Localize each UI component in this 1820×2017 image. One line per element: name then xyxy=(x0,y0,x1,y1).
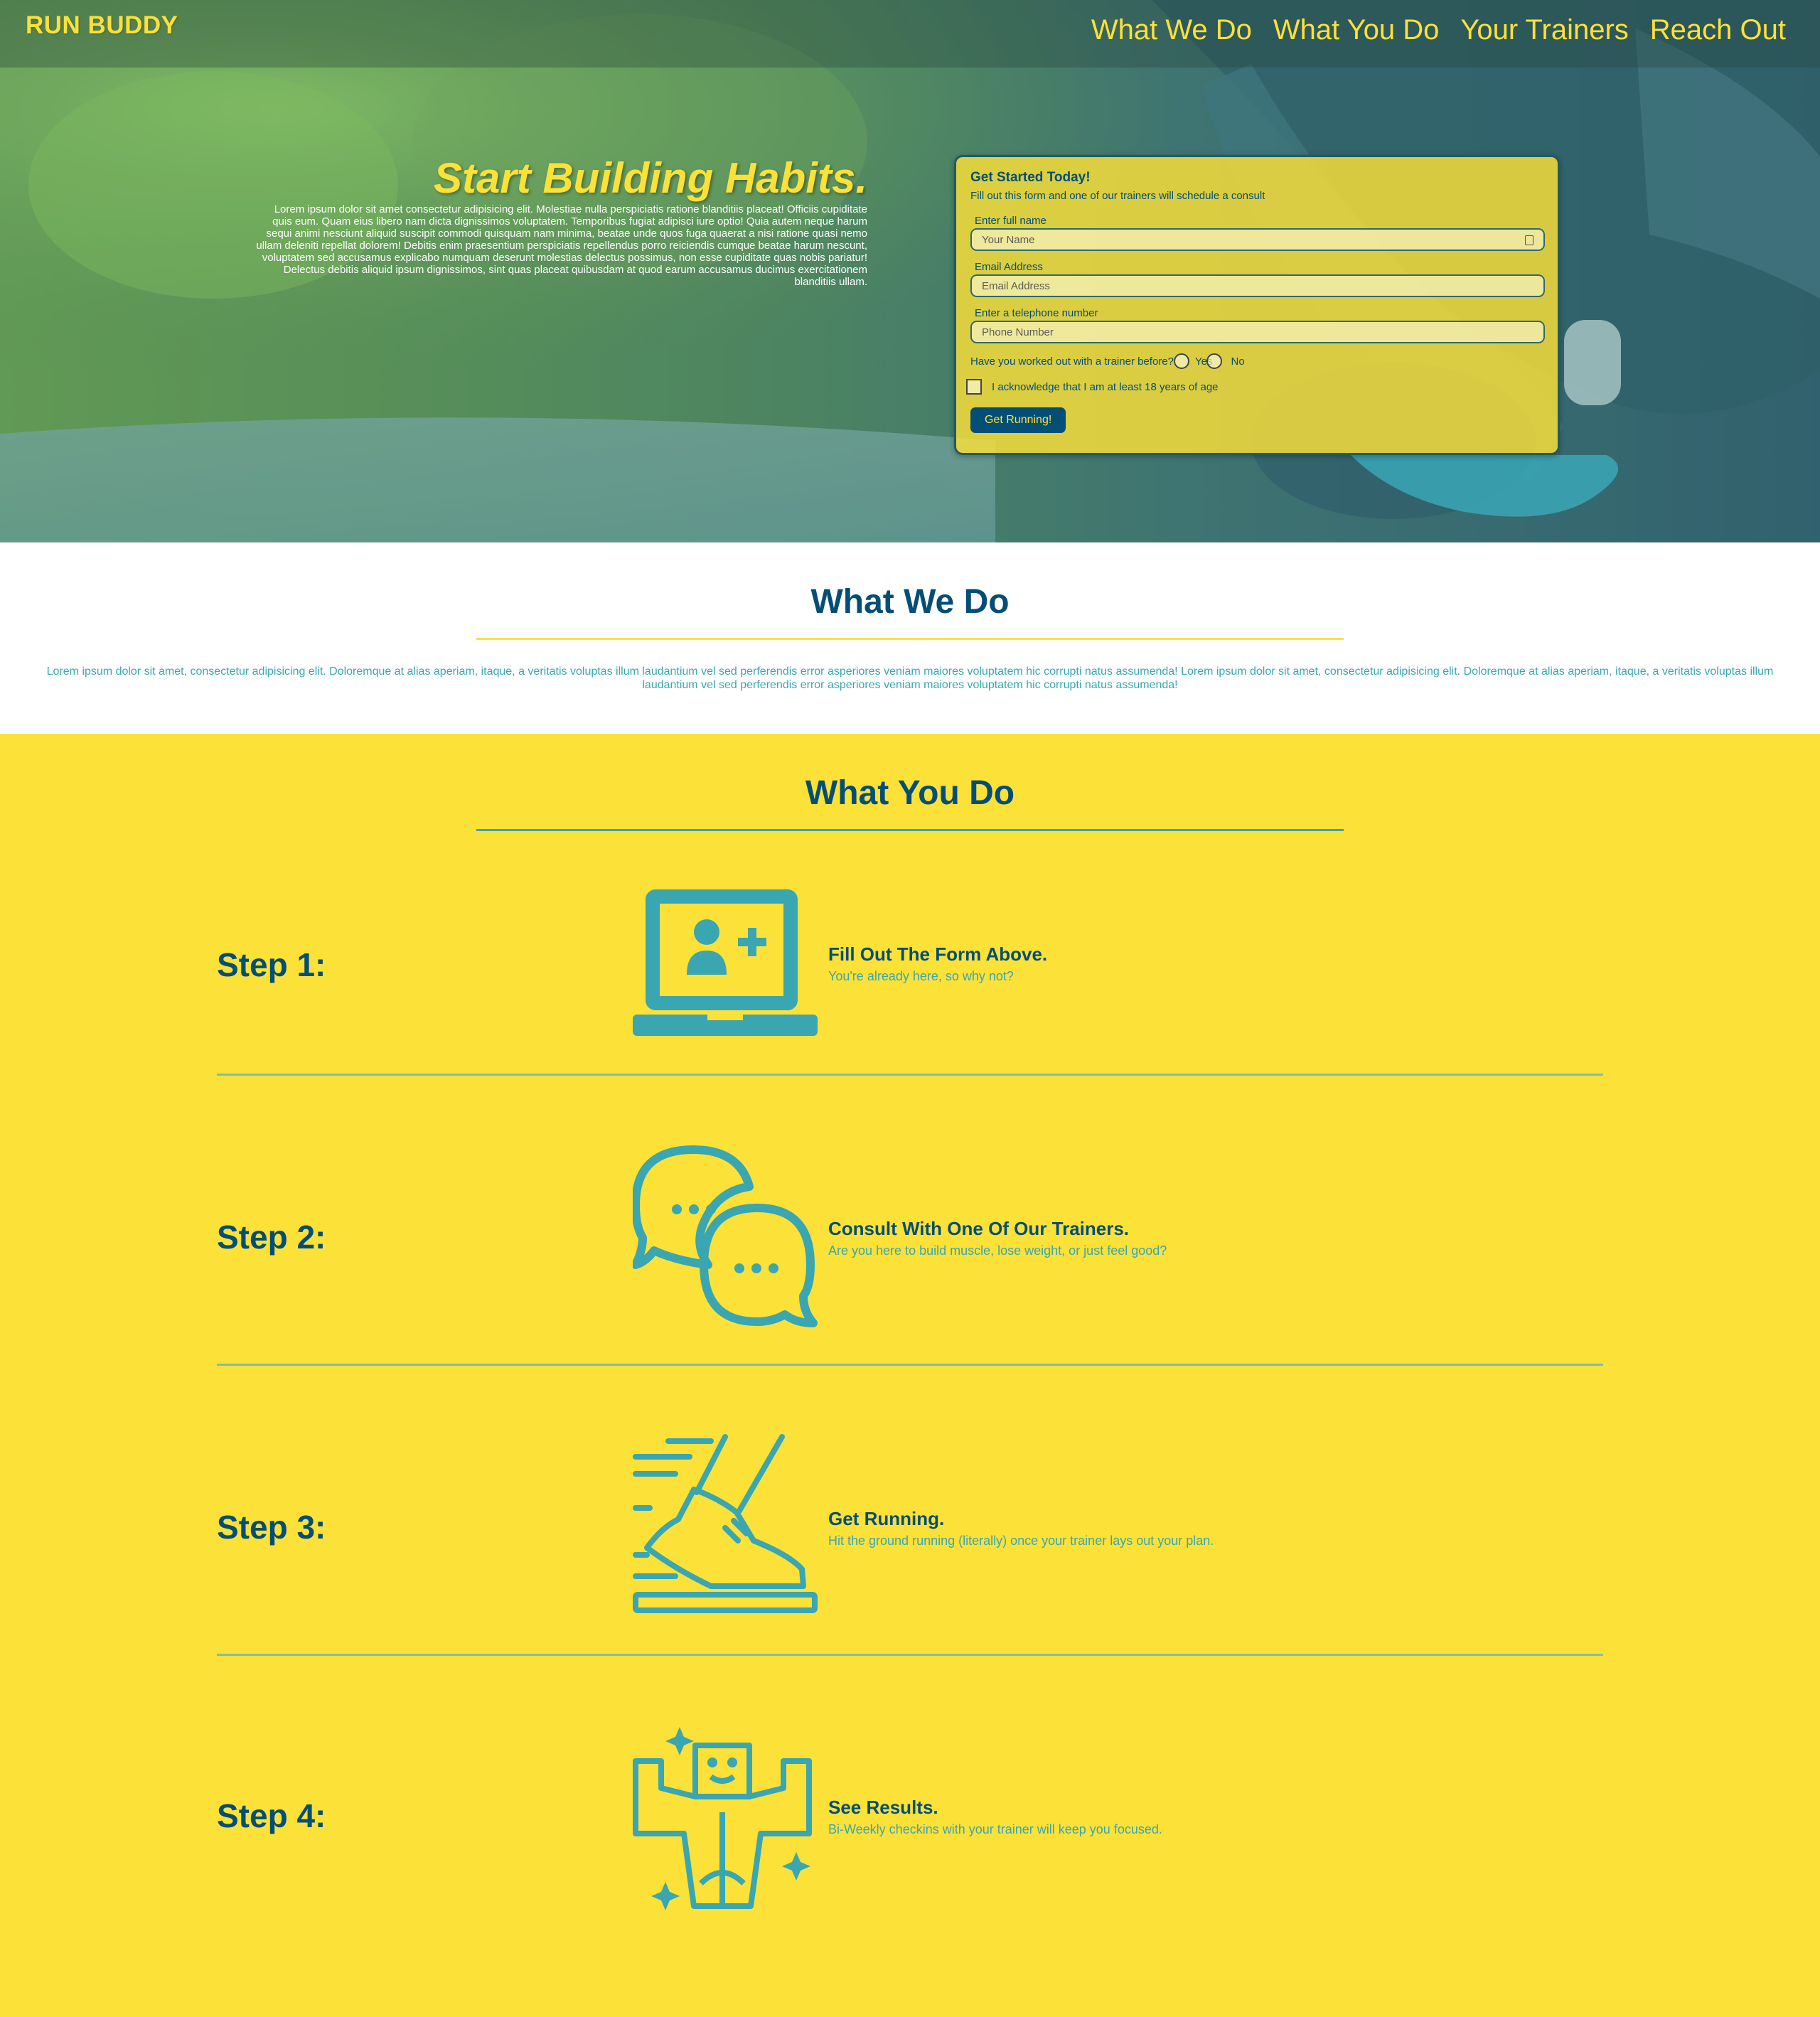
step-label: Step 4: xyxy=(217,1797,326,1834)
age-ack-label: I acknowledge that I am at least 18 year… xyxy=(992,380,1219,393)
chat-bubbles-icon xyxy=(633,1145,818,1327)
step-divider xyxy=(217,1074,1603,1076)
running-shoe-icon xyxy=(633,1434,818,1613)
step-heading: Get Running. xyxy=(828,1508,945,1529)
trainer-question: Have you worked out with a trainer befor… xyxy=(970,355,1174,368)
step-divider xyxy=(217,1364,1603,1366)
brand-logo[interactable]: RUN BUDDY xyxy=(26,11,178,40)
hero-title: Start Building Habits. xyxy=(433,154,867,202)
step-subtext: Bi-Weekly checkins with your trainer wil… xyxy=(828,1822,1162,1836)
what-we-do-divider xyxy=(476,638,1344,640)
step-label: Step 3: xyxy=(217,1509,326,1546)
name-label: Enter full name xyxy=(975,215,1046,227)
step-label: Step 1: xyxy=(217,946,326,983)
form-title: Get Started Today! xyxy=(970,170,1091,185)
age-ack-row: I acknowledge that I am at least 18 year… xyxy=(966,379,1543,395)
nav-link-reach-out[interactable]: Reach Out xyxy=(1650,14,1786,46)
what-we-do-section: What We Do Lorem ipsum dolor sit amet, c… xyxy=(0,542,1820,734)
step-subtext: Are you here to build muscle, lose weigh… xyxy=(828,1243,1167,1258)
step-divider xyxy=(217,1654,1603,1656)
step-subtext: Hit the ground running (literally) once … xyxy=(828,1534,1214,1548)
hero-intro: Start Building Habits. Lorem ipsum dolor… xyxy=(256,154,867,289)
form-subtitle: Fill out this form and one of our traine… xyxy=(970,190,1265,202)
step-subtext: You're already here, so why not? xyxy=(828,969,1014,983)
radio-no[interactable] xyxy=(1206,353,1223,369)
what-you-do-divider xyxy=(476,829,1344,831)
laptop-add-user-icon xyxy=(633,889,818,1036)
hero-section: RUN BUDDY What We Do What You Do Your Tr… xyxy=(0,0,1820,542)
what-we-do-text: Lorem ipsum dolor sit amet, consectetur … xyxy=(46,665,1774,691)
nav-link-what-we-do[interactable]: What We Do xyxy=(1091,14,1252,46)
phone-placeholder: Phone Number xyxy=(982,326,1054,338)
what-we-do-title: What We Do xyxy=(810,583,1010,621)
contact-card-icon xyxy=(1525,235,1533,245)
strong-body-icon xyxy=(633,1727,812,1910)
step-heading: See Results. xyxy=(828,1797,938,1818)
what-you-do-section: What You Do Step 1: Fill Out The Form Ab… xyxy=(0,734,1820,2017)
step-heading: Consult With One Of Our Trainers. xyxy=(828,1218,1130,1239)
nav-link-what-you-do[interactable]: What You Do xyxy=(1273,14,1440,46)
email-field[interactable]: Email Address xyxy=(970,274,1545,297)
main-nav: What We Do What You Do Your Trainers Rea… xyxy=(1091,14,1786,46)
radio-no-label: No xyxy=(1231,355,1245,368)
email-placeholder: Email Address xyxy=(982,279,1050,292)
what-you-do-title: What You Do xyxy=(805,774,1015,812)
phone-label: Enter a telephone number xyxy=(975,307,1098,319)
name-placeholder: Your Name xyxy=(982,233,1035,246)
site-header: RUN BUDDY What We Do What You Do Your Tr… xyxy=(0,0,1820,68)
nav-link-your-trainers[interactable]: Your Trainers xyxy=(1460,14,1628,46)
radio-yes[interactable] xyxy=(1174,353,1189,369)
signup-form: Get Started Today! Fill out this form an… xyxy=(954,155,1560,455)
hero-text: Lorem ipsum dolor sit amet consectetur a… xyxy=(256,203,867,288)
trainer-question-row: Have you worked out with a trainer befor… xyxy=(970,353,1543,369)
step-heading: Fill Out The Form Above. xyxy=(828,943,1048,965)
get-running-button[interactable]: Get Running! xyxy=(970,407,1066,433)
name-field[interactable]: Your Name xyxy=(970,228,1545,251)
phone-field[interactable]: Phone Number xyxy=(970,321,1545,343)
email-label: Email Address xyxy=(975,261,1043,273)
step-label: Step 2: xyxy=(217,1219,326,1256)
age-ack-checkbox[interactable] xyxy=(966,379,982,395)
